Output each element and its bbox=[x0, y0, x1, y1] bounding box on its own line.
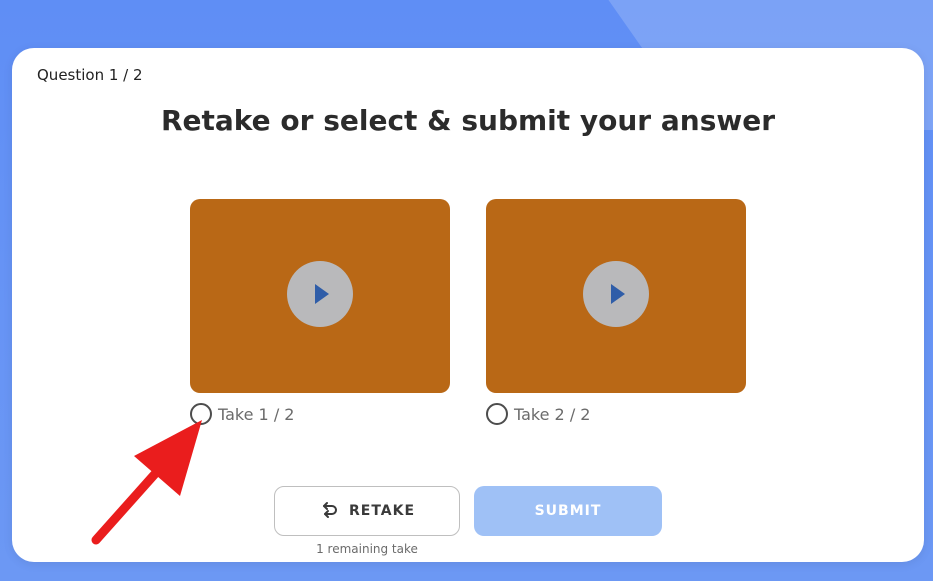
take-1-label: Take 1 / 2 bbox=[218, 404, 295, 424]
take-1-video[interactable] bbox=[190, 199, 450, 393]
retake-icon bbox=[322, 502, 337, 518]
annotation-arrow-icon bbox=[91, 420, 202, 545]
take-2-label: Take 2 / 2 bbox=[514, 404, 591, 424]
take-2-video[interactable] bbox=[486, 199, 746, 393]
submit-button[interactable]: SUBMIT bbox=[474, 486, 662, 536]
take-2-option[interactable]: Take 2 / 2 bbox=[486, 403, 590, 425]
play-icon bbox=[611, 284, 625, 304]
take-1-play-button[interactable] bbox=[287, 261, 353, 327]
play-icon bbox=[315, 284, 329, 304]
remaining-takes-text: 1 remaining take bbox=[316, 542, 418, 556]
page-title: Retake or select & submit your answer bbox=[160, 104, 776, 137]
retake-button[interactable]: RETAKE bbox=[274, 486, 460, 536]
question-counter: Question 1 / 2 bbox=[37, 66, 143, 84]
retake-label: RETAKE bbox=[348, 503, 416, 519]
take-2-play-button[interactable] bbox=[583, 261, 649, 327]
take-2-radio[interactable] bbox=[486, 403, 508, 425]
submit-label: SUBMIT bbox=[534, 503, 602, 519]
